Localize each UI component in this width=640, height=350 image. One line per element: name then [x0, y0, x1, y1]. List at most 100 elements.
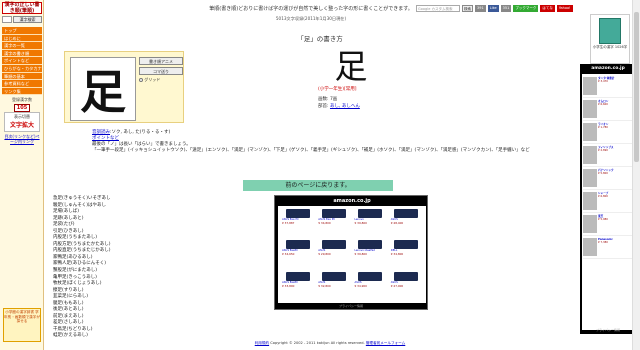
product-price: ¥ 47,000 — [390, 283, 404, 288]
sidebar-item-links[interactable]: リンク集 — [2, 87, 42, 96]
back-button[interactable]: 前のページに戻ります。 — [243, 180, 393, 191]
sidebar-item-intro[interactable]: はじめに — [2, 34, 42, 43]
right-product-item[interactable]: シャープ ¥ 6,800 — [583, 190, 633, 213]
product-card[interactable]: ASUS ¥ 47,000 — [389, 271, 424, 301]
amazon-logo[interactable]: amazon.co.jp — [325, 198, 379, 204]
product-price: ¥ 34,800 — [390, 252, 404, 257]
right-product-item[interactable]: オムロン ¥ 6,600 — [583, 98, 633, 121]
google-search-input[interactable]: Google カスタム検索 — [416, 4, 460, 12]
product-thumb-icon — [583, 192, 597, 210]
contact-link[interactable]: 管理者宛メールフォーム — [366, 341, 405, 345]
product-card[interactable]: Lenovo IdeaPad ¥ 39,800 — [353, 239, 388, 269]
stroke-controls: 書き順アニメ コマ送り グリッド — [139, 57, 183, 83]
sidebar-item-points[interactable]: ポイントなど — [2, 57, 42, 65]
enlarge-text-button[interactable]: 表示切替 文字拡大 — [4, 112, 40, 132]
right-product-price: ¥ 2,890 — [598, 149, 608, 152]
sidebar-item-top[interactable]: トップ — [2, 27, 42, 35]
laptop-icon — [358, 271, 383, 281]
laptop-icon — [394, 271, 419, 281]
scrollbar-thumb[interactable] — [634, 12, 639, 162]
left-ad-banner[interactable]: 小学館の漢字辞書 学年別・画数順で漢字が探せる — [3, 308, 41, 342]
readings-label[interactable]: 音訓読み — [92, 130, 110, 135]
right-product-price: ¥ 6,800 — [598, 195, 608, 198]
like-count-badge[interactable]: 351 — [500, 4, 512, 12]
product-card[interactable]: ASUS ¥ 48,400 — [389, 208, 424, 238]
right-column: 小学生の漢字 1026字 amazon.co.jp タニタ 体重計 ¥ 3,470… — [580, 14, 636, 334]
kanji-count-value: 105 — [13, 104, 31, 112]
right-product-item[interactable]: フィリップス ¥ 2,890 — [583, 144, 633, 167]
laptop-icon — [394, 209, 419, 218]
step-button[interactable]: コマ送り — [139, 67, 183, 75]
radical-link[interactable]: あし, あしへん — [330, 104, 360, 109]
right-ad-label: 小学生の漢字 1026字 — [592, 45, 628, 49]
right-product-item[interactable]: タニタ 体重計 ¥ 3,470 — [583, 75, 633, 98]
product-card[interactable]: ASUS EeePC ¥ 33,800 — [280, 271, 315, 301]
terms-link[interactable]: 利用規約 — [255, 341, 269, 345]
sidebar-item-kana[interactable]: ひらがな・カタカナ — [2, 64, 42, 73]
sidebar-nav: トップ はじめに 漢字の一覧 漢字の書き順 ポイントなど ひらがな・カタカナ 筆… — [2, 27, 42, 96]
page-scrollbar[interactable] — [632, 0, 640, 350]
sidebar-search: 漢字検索 — [2, 16, 42, 24]
kanji-count: 登録漢字数 105 — [4, 97, 40, 112]
product-price: ¥ 33,800 — [282, 283, 295, 288]
product-card[interactable]: ASUS Eee PC ¥ 37,887 — [280, 208, 315, 238]
laptop-icon — [358, 209, 383, 218]
right-product-item[interactable]: ライオン ¥ 1,780 — [583, 121, 633, 144]
toc-link[interactable]: 目次(リンクなど)ページ内リンク — [4, 134, 40, 144]
right-amazon-logo[interactable]: amazon.co.jp — [580, 64, 636, 71]
sidebar-item-basics[interactable]: 筆順の基本 — [2, 72, 42, 81]
right-product-item[interactable]: Panasonic ¥ 7,380 — [583, 236, 633, 259]
share-count-badge[interactable]: 391 — [475, 4, 486, 12]
yahoo-bookmark-button[interactable]: Yahoo! — [556, 4, 573, 12]
right-product-name: Panasonic ¥ 7,380 — [598, 238, 613, 244]
left-sidebar: 漢字の正しい書き順(筆順) 漢字検索 トップ はじめに 漢字の一覧 漢字の書き順… — [0, 0, 44, 350]
kanji-count-label: 登録漢字数 — [12, 97, 32, 102]
product-card[interactable]: ASUS EeePC ¥ 34,650 — [280, 239, 315, 269]
stroke-order-card: 足 書き順アニメ コマ送り グリッド — [64, 51, 184, 123]
site-logo[interactable]: 漢字の正しい書き順(筆順) — [2, 2, 42, 14]
right-amazon-widget: amazon.co.jp タニタ 体重計 ¥ 3,470 オムロン ¥ 6,600 … — [580, 64, 636, 334]
right-product-item[interactable]: 東芝 ¥ 5,980 — [583, 213, 633, 236]
product-card[interactable]: ASUS ¥ 29,800 — [316, 239, 351, 269]
facebook-like-button[interactable]: Like — [487, 4, 499, 12]
product-card[interactable]: ASUS Eee PC ¥ 34,800 — [316, 208, 351, 238]
right-book-ad[interactable]: 小学生の漢字 1026字 — [590, 14, 630, 64]
large-character: 足 — [334, 47, 368, 86]
product-thumb-icon — [583, 169, 597, 187]
product-card[interactable]: ASUS ¥ 32,800 — [316, 271, 351, 301]
right-product-price: ¥ 3,470 — [598, 80, 608, 83]
bookmark-button[interactable]: ブックマーク — [513, 4, 539, 12]
sidebar-item-kanji-list[interactable]: 漢字の一覧 — [2, 42, 42, 50]
page-title: 「足」の書き方 — [297, 35, 343, 43]
kanji-search-input[interactable] — [2, 16, 12, 23]
product-thumb-icon — [583, 123, 597, 141]
product-card[interactable]: DELL ¥ 34,800 — [389, 239, 424, 269]
google-search-button[interactable]: 検索 — [462, 4, 473, 12]
laptop-icon — [321, 240, 346, 250]
sidebar-item-stroke-order[interactable]: 漢字の書き順 — [2, 49, 42, 58]
amazon-widget: amazon.co.jp ASUS Eee PC ¥ 37,887 ASUS Ee… — [274, 195, 428, 310]
product-price: ¥ 48,400 — [390, 221, 404, 225]
amazon-privacy-link[interactable]: プライバシー情報 — [275, 304, 427, 308]
right-product-price: ¥ 5,980 — [598, 218, 608, 221]
laptop-icon — [394, 240, 419, 250]
right-privacy-link[interactable]: プライバシー情報 — [580, 328, 636, 332]
hatena-button[interactable]: はてな — [540, 4, 555, 12]
laptop-icon — [285, 209, 310, 218]
header-subtitle: 5013文字収録(2011年1月30日現在) — [275, 16, 347, 21]
product-thumb-icon — [583, 100, 597, 118]
right-product-price: ¥ 7,380 — [598, 241, 608, 244]
page-footer: 利用規約 Copyright © 2002 - 2011 kakijun All… — [200, 341, 460, 346]
grid-option[interactable]: グリッド — [139, 77, 183, 83]
enlarge-label: 表示切替 — [14, 114, 30, 119]
grid-checkbox[interactable] — [139, 78, 143, 82]
sidebar-item-references[interactable]: 参考資料など — [2, 80, 42, 88]
product-card[interactable]: Lenovo ¥ 39,800 — [353, 208, 388, 238]
kanji-search-button[interactable]: 漢字検索 — [13, 16, 42, 23]
product-card[interactable]: ASUS ¥ 34,900 — [353, 271, 388, 301]
animation-button[interactable]: 書き順アニメ — [139, 57, 183, 65]
right-product-item[interactable]: パナソニック ¥ 5,800 — [583, 167, 633, 190]
product-thumb-icon — [583, 146, 597, 164]
product-price: ¥ 37,887 — [282, 221, 295, 225]
right-product-list: タニタ 体重計 ¥ 3,470 オムロン ¥ 6,600 ライオン ¥ 1,780 フ… — [582, 74, 634, 330]
